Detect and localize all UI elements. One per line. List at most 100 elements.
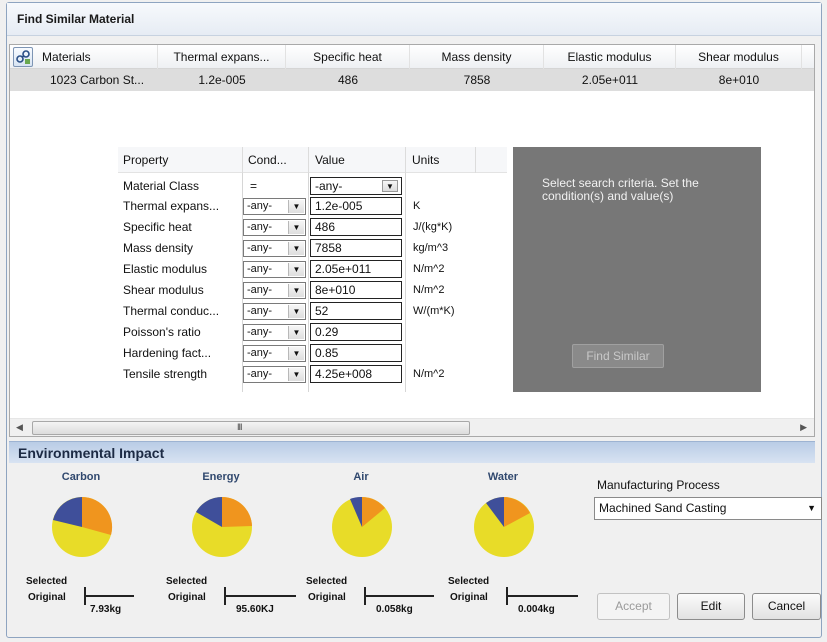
window-title: Find Similar Material [17, 12, 135, 26]
chevron-down-icon: ▼ [288, 200, 304, 213]
unit-label: J/(kg*K) [413, 221, 453, 233]
value-input[interactable]: 0.85 [310, 344, 402, 362]
chevron-down-icon: ▼ [288, 221, 304, 234]
column-header-materials[interactable]: Materials [36, 45, 158, 69]
accept-button[interactable]: Accept [597, 593, 670, 620]
scroll-grip: III [237, 422, 242, 432]
impact-amount: 95.60KJ [236, 604, 274, 615]
scrollbar-thumb[interactable]: III [32, 421, 470, 435]
condition-value: -any- [247, 305, 273, 317]
scroll-left-icon[interactable]: ◀ [16, 422, 23, 433]
condition-select[interactable]: -any- ▼ [243, 261, 306, 278]
condition-value: -any- [247, 368, 273, 380]
property-name: Thermal conduc... [123, 304, 220, 318]
scale-bar [84, 595, 134, 597]
condition-value: -any- [247, 263, 273, 275]
column-header-thermal-expansion[interactable]: Thermal expans... [158, 45, 286, 69]
condition-select[interactable]: -any- ▼ [243, 282, 306, 299]
edit-button[interactable]: Edit [677, 593, 745, 620]
find-similar-button[interactable]: Find Similar [572, 344, 664, 368]
value-input[interactable]: 8e+010 [310, 281, 402, 299]
chevron-down-icon: ▼ [288, 347, 304, 360]
energy-pie-chart [192, 497, 252, 557]
condition-select[interactable]: -any- ▼ [243, 324, 306, 341]
chevron-down-icon: ▼ [288, 368, 304, 381]
manufacturing-process-value: Machined Sand Casting [599, 501, 727, 515]
unit-label: N/m^2 [413, 263, 445, 275]
condition-value: -any- [247, 326, 273, 338]
header-property: Property [123, 153, 169, 167]
manufacturing-process-select[interactable]: Machined Sand Casting ▼ [594, 497, 822, 520]
condition-select[interactable]: -any- ▼ [243, 345, 306, 362]
condition-value: -any- [247, 347, 273, 359]
search-hint-text: Select search criteria. Set the conditio… [542, 176, 699, 203]
header-units: Units [412, 153, 440, 167]
impact-amount: 0.058kg [376, 604, 413, 615]
title-bar: Find Similar Material [7, 3, 821, 36]
cancel-button[interactable]: Cancel [752, 593, 821, 620]
property-name: Hardening fact... [123, 346, 212, 360]
material-class-value: -any- [315, 179, 343, 193]
criteria-row: Shear modulus -any- ▼ 8e+010 N/m^2 [118, 280, 507, 300]
cell-thermal-expansion: 1.2e-005 [198, 73, 246, 87]
air-pie-chart [332, 496, 392, 557]
condition-select[interactable]: -any- ▼ [243, 366, 306, 383]
selected-label: Selected [166, 576, 208, 587]
unit-label: kg/m^3 [413, 242, 449, 254]
condition-select[interactable]: -any- ▼ [243, 303, 306, 320]
condition-equals: = [250, 179, 258, 193]
criteria-row: Thermal conduc... -any- ▼ 52 W/(m*K) [118, 301, 507, 321]
impact-label: Energy [202, 471, 240, 483]
criteria-row: Poisson's ratio -any- ▼ 0.29 [118, 322, 507, 342]
condition-select[interactable]: -any- ▼ [243, 219, 306, 236]
horizontal-scrollbar[interactable]: ◀ III ▶ [10, 418, 814, 436]
column-header-shear-modulus[interactable]: Shear modulus [676, 45, 802, 69]
selected-label: Selected [306, 576, 348, 587]
original-label: Original [450, 592, 488, 603]
condition-select[interactable]: -any- ▼ [243, 240, 306, 257]
criteria-row: Thermal expans... -any- ▼ 1.2e-005 K [118, 196, 507, 216]
scroll-right-icon[interactable]: ▶ [800, 422, 807, 433]
column-header-elastic-modulus[interactable]: Elastic modulus [544, 45, 676, 69]
environmental-impact-title: Environmental Impact [18, 445, 165, 461]
chevron-down-icon: ▼ [288, 305, 304, 318]
property-name: Material Class [123, 179, 200, 193]
value-input[interactable]: 4.25e+008 [310, 365, 402, 383]
table-row[interactable]: 1023 Carbon St... 1.2e-005 486 7858 2.05… [10, 69, 814, 91]
column-header-specific-heat[interactable]: Specific heat [286, 45, 410, 69]
property-name: Mass density [123, 241, 194, 255]
impact-amount: 7.93kg [90, 604, 122, 615]
value-input[interactable]: 486 [310, 218, 402, 236]
cell-mass-density: 7858 [463, 73, 491, 87]
column-header-mass-density[interactable]: Mass density [410, 45, 544, 69]
condition-select[interactable]: -any- ▼ [243, 198, 306, 215]
condition-value: -any- [247, 284, 273, 296]
value-input[interactable]: 0.29 [310, 323, 402, 341]
carbon-pie-chart [52, 496, 113, 557]
search-hint-panel: Select search criteria. Set the conditio… [513, 147, 761, 392]
criteria-row: Specific heat -any- ▼ 486 J/(kg*K) [118, 217, 507, 237]
upper-panel: Materials Thermal expans... Specific hea… [9, 44, 815, 437]
property-name: Thermal expans... [123, 199, 220, 213]
unit-label: K [413, 200, 421, 212]
criteria-row: Tensile strength -any- ▼ 4.25e+008 N/m^2 [118, 364, 507, 384]
value-input[interactable]: 7858 [310, 239, 402, 257]
property-name: Specific heat [123, 220, 192, 234]
impact-label: Air [353, 471, 369, 483]
cell-elastic-modulus: 2.05e+011 [581, 73, 639, 87]
property-name: Tensile strength [123, 367, 208, 381]
environmental-impact-header: Environmental Impact [9, 441, 815, 463]
chevron-down-icon: ▼ [382, 180, 398, 192]
criteria-row: Hardening fact... -any- ▼ 0.85 [118, 343, 507, 363]
value-input[interactable]: 1.2e-005 [310, 197, 402, 215]
criteria-row: Mass density -any- ▼ 7858 kg/m^3 [118, 238, 507, 258]
value-input[interactable]: 2.05e+011 [310, 260, 402, 278]
impact-label: Carbon [61, 471, 101, 483]
material-icon[interactable] [13, 47, 33, 67]
value-input[interactable]: 52 [310, 302, 402, 320]
unit-label: N/m^2 [413, 284, 445, 296]
criteria-row: Elastic modulus -any- ▼ 2.05e+011 N/m^2 [118, 259, 507, 279]
chevron-down-icon: ▼ [288, 326, 304, 339]
header-value: Value [315, 153, 345, 167]
material-class-select[interactable]: -any- ▼ [310, 177, 402, 195]
